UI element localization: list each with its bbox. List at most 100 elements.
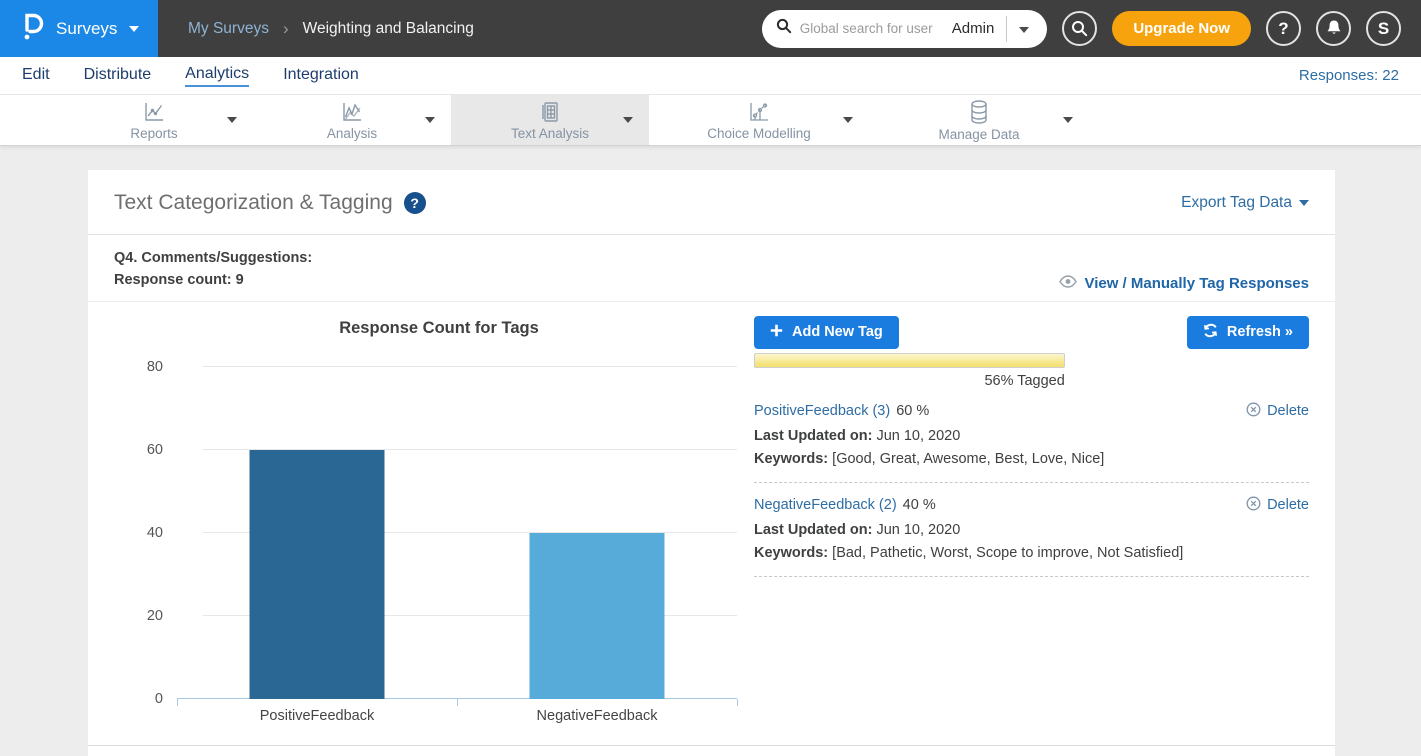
tag-updated-label: Last Updated on: xyxy=(754,522,872,538)
tab-manage-data-label: Manage Data xyxy=(938,127,1019,142)
tag-updated-value: Jun 10, 2020 xyxy=(872,522,960,538)
tag-entry-positive-feedback: PositiveFeedback (3) 60 % Delete Last Up… xyxy=(754,402,1309,467)
breadcrumb-current-survey: Weighting and Balancing xyxy=(303,20,474,38)
top-header: Surveys My Surveys › Weighting and Balan… xyxy=(0,0,1421,57)
search-scope-divider xyxy=(1006,16,1007,42)
export-caret-icon xyxy=(1299,200,1309,206)
responses-count[interactable]: Responses: 22 xyxy=(1299,67,1399,84)
eye-icon xyxy=(1059,275,1077,292)
y-tick-label: 80 xyxy=(147,359,163,375)
product-switcher[interactable]: Surveys xyxy=(0,0,158,57)
scatter-chart-icon xyxy=(747,100,771,124)
bell-icon xyxy=(1326,19,1342,39)
tab-choice-modelling[interactable]: Choice Modelling xyxy=(649,95,869,145)
global-search-input[interactable] xyxy=(800,21,948,36)
document-grid-icon xyxy=(538,100,562,124)
help-button[interactable]: ? xyxy=(1266,11,1301,46)
delete-tag-link[interactable]: Delete xyxy=(1246,402,1309,421)
chart-title: Response Count for Tags xyxy=(159,319,719,338)
refresh-label: Refresh » xyxy=(1227,324,1293,340)
bar-PositiveFeedback xyxy=(250,450,385,699)
circle-x-icon xyxy=(1246,496,1261,515)
breadcrumb-separator: › xyxy=(283,19,289,39)
tag-keywords-row: Keywords: [Good, Great, Awesome, Best, L… xyxy=(754,451,1309,467)
question-title: Q4. Comments/Suggestions: xyxy=(114,247,312,269)
y-tick-label: 20 xyxy=(147,608,163,624)
tag-keywords-label: Keywords: xyxy=(754,545,828,561)
tag-keywords-label: Keywords: xyxy=(754,451,828,467)
gridline xyxy=(203,366,737,367)
tag-separator xyxy=(754,482,1309,483)
tab-choice-modelling-label: Choice Modelling xyxy=(707,126,811,141)
tag-keywords-value: [Good, Great, Awesome, Best, Love, Nice] xyxy=(828,451,1104,467)
refresh-icon xyxy=(1203,323,1218,342)
product-label: Surveys xyxy=(56,19,117,39)
y-tick-label: 0 xyxy=(155,691,163,707)
search-scope-caret-icon[interactable] xyxy=(1019,20,1029,38)
tab-manage-data[interactable]: Manage Data xyxy=(869,95,1089,145)
tag-head: PositiveFeedback (3) 60 % Delete xyxy=(754,402,1309,421)
upgrade-now-button[interactable]: Upgrade Now xyxy=(1112,11,1251,46)
tab-reports-label: Reports xyxy=(130,126,177,141)
tab-text-analysis-caret-icon[interactable] xyxy=(623,117,633,123)
tag-updated-row: Last Updated on: Jun 10, 2020 xyxy=(754,428,1309,444)
add-new-tag-button[interactable]: Add New Tag xyxy=(754,316,899,349)
card-header: Text Categorization & Tagging ? Export T… xyxy=(88,170,1335,235)
tag-panel-toolbar: Add New Tag Refresh » xyxy=(754,316,1309,349)
chart-section: Response Count for Tags 020406080 Positi… xyxy=(114,312,742,745)
export-tag-data-link[interactable]: Export Tag Data xyxy=(1181,194,1309,212)
nav-edit[interactable]: Edit xyxy=(22,66,50,86)
global-search: Admin xyxy=(762,10,1048,48)
multi-line-chart-icon xyxy=(340,100,364,124)
view-manually-tag-label: View / Manually Tag Responses xyxy=(1084,275,1309,292)
tab-analysis-caret-icon[interactable] xyxy=(425,117,435,123)
tab-manage-data-caret-icon[interactable] xyxy=(1063,117,1073,123)
delete-tag-link[interactable]: Delete xyxy=(1246,496,1309,515)
tag-name-link[interactable]: NegativeFeedback (2) xyxy=(754,497,897,513)
tagged-progress-label: 56% Tagged xyxy=(754,373,1065,389)
x-axis-tick xyxy=(457,699,458,706)
view-manually-tag-link[interactable]: View / Manually Tag Responses xyxy=(1059,275,1309,292)
export-tag-data-label: Export Tag Data xyxy=(1181,194,1292,212)
tab-analysis[interactable]: Analysis xyxy=(253,95,451,145)
tag-keywords-row: Keywords: [Bad, Pathetic, Worst, Scope t… xyxy=(754,545,1309,561)
tab-text-analysis-label: Text Analysis xyxy=(511,126,589,141)
plus-icon xyxy=(770,324,783,341)
tag-updated-label: Last Updated on: xyxy=(754,428,872,444)
tag-name-link[interactable]: PositiveFeedback (3) xyxy=(754,403,890,419)
tag-separator xyxy=(754,576,1309,577)
tag-panel: Add New Tag Refresh » 56% Tagged xyxy=(742,312,1309,745)
nav-analytics[interactable]: Analytics xyxy=(185,65,249,87)
breadcrumb-my-surveys[interactable]: My Surveys xyxy=(188,20,269,38)
tab-text-analysis[interactable]: Text Analysis xyxy=(451,95,649,145)
page-body: Text Categorization & Tagging ? Export T… xyxy=(0,146,1421,756)
tab-reports-caret-icon[interactable] xyxy=(227,117,237,123)
tab-choice-modelling-caret-icon[interactable] xyxy=(843,117,853,123)
x-axis-tick xyxy=(177,699,178,706)
x-category-label: NegativeFeedback xyxy=(457,708,737,724)
analytics-tab-strip: Reports Analysis Text Analysis Choice Mo… xyxy=(0,95,1421,146)
question-row: Q4. Comments/Suggestions: Response count… xyxy=(88,235,1335,302)
refresh-button[interactable]: Refresh » xyxy=(1187,316,1309,349)
tag-updated-value: Jun 10, 2020 xyxy=(872,428,960,444)
nav-distribute[interactable]: Distribute xyxy=(84,66,152,86)
circle-x-icon xyxy=(1246,402,1261,421)
tag-percent: 40 % xyxy=(903,497,936,513)
delete-label: Delete xyxy=(1267,403,1309,419)
tagged-progress-fill xyxy=(754,353,1065,368)
tag-updated-row: Last Updated on: Jun 10, 2020 xyxy=(754,522,1309,538)
notifications-button[interactable] xyxy=(1316,11,1351,46)
search-scope-label[interactable]: Admin xyxy=(952,20,995,37)
page-title: Text Categorization & Tagging xyxy=(114,191,393,215)
user-avatar[interactable]: S xyxy=(1366,11,1401,46)
question-block: Q4. Comments/Suggestions: Response count… xyxy=(114,247,312,292)
search-button[interactable] xyxy=(1062,11,1097,46)
tab-reports[interactable]: Reports xyxy=(55,95,253,145)
x-category-label: PositiveFeedback xyxy=(177,708,457,724)
header-actions: Admin Upgrade Now ? S xyxy=(762,0,1421,57)
questionpro-logo-icon xyxy=(20,11,44,46)
breadcrumb: My Surveys › Weighting and Balancing xyxy=(188,0,474,57)
delete-label: Delete xyxy=(1267,497,1309,513)
nav-integration[interactable]: Integration xyxy=(283,66,359,86)
title-help-icon[interactable]: ? xyxy=(404,192,426,214)
